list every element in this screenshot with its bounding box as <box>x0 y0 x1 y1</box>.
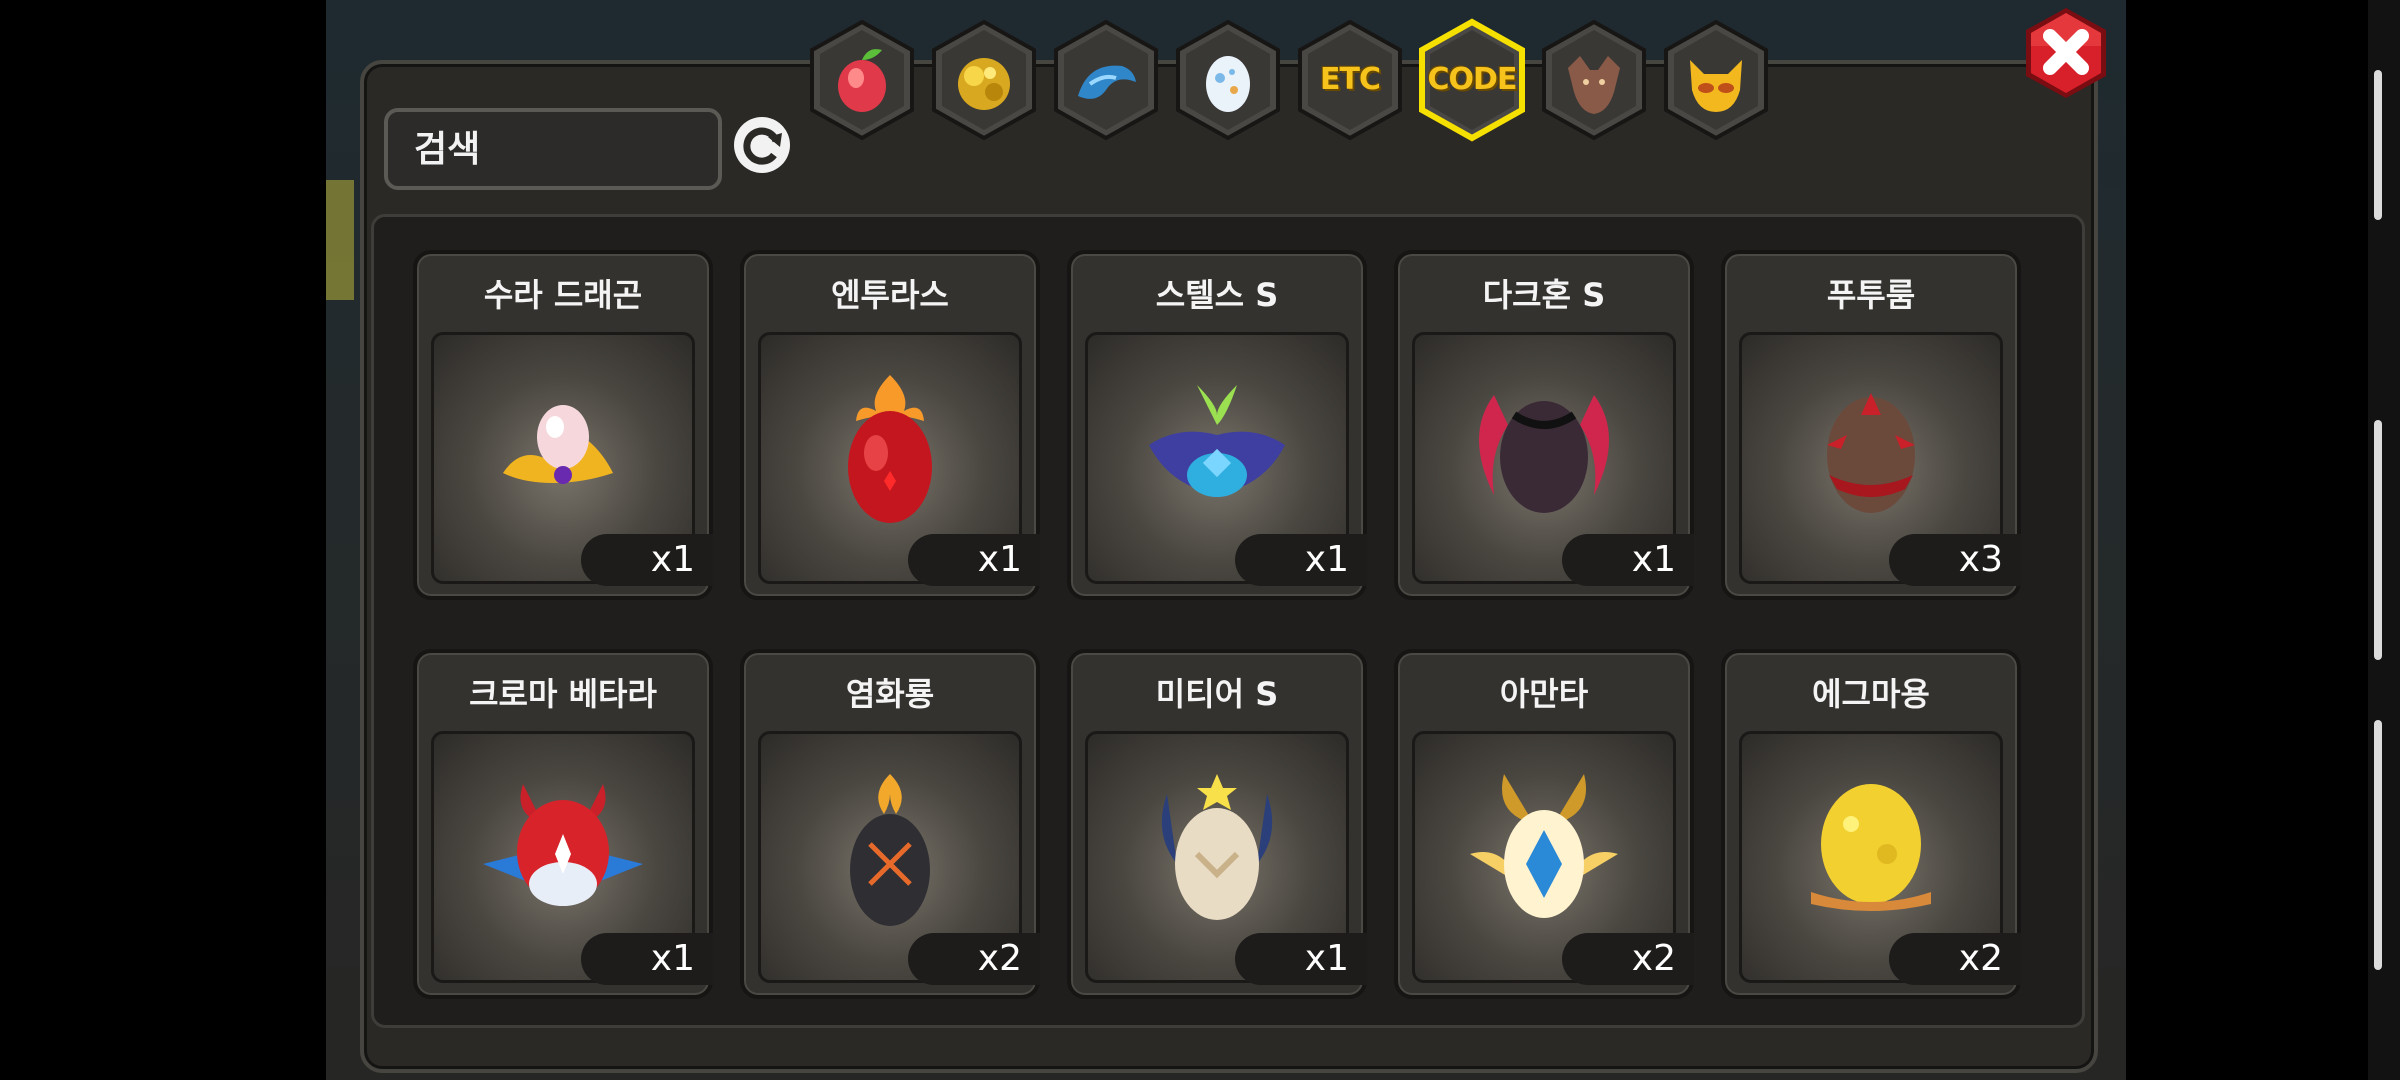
beast-icon <box>1542 19 1646 141</box>
item-count: x2 <box>1562 933 1694 985</box>
close-button[interactable] <box>2022 6 2110 100</box>
item-name: 에그마용 <box>1812 675 1930 713</box>
refresh-icon[interactable] <box>730 113 794 177</box>
tab-beast[interactable] <box>1538 18 1650 142</box>
tab-egg[interactable] <box>1172 18 1284 142</box>
eggmayong-egg-icon <box>1811 784 1931 911</box>
item-name: 스텔스 S <box>1155 276 1279 314</box>
item-card[interactable]: 푸투룸 x3 <box>1721 250 2021 600</box>
item-card[interactable]: 크로마 베타라 x1 <box>413 649 713 999</box>
item-count: x1 <box>1562 534 1694 586</box>
cat-mask-icon <box>1664 19 1768 141</box>
item-count: x1 <box>581 534 713 586</box>
tab-dragon[interactable] <box>1050 18 1162 142</box>
yeomhwa-dragon-egg-icon <box>850 774 930 926</box>
chroma-betara-egg-icon <box>483 784 643 906</box>
item-card[interactable]: 수라 드래곤 x1 <box>413 250 713 600</box>
item-count: x1 <box>1235 933 1367 985</box>
fruit-icon <box>810 19 914 141</box>
meteor-s-egg-icon <box>1161 774 1273 920</box>
item-card[interactable]: 에그마용 x2 <box>1721 649 2021 999</box>
tab-gold[interactable] <box>928 18 1040 142</box>
amanta-egg-icon <box>1470 774 1618 918</box>
item-card[interactable]: 스텔스 S x1 <box>1067 250 1367 600</box>
item-card[interactable]: 다크혼 S x1 <box>1394 250 1694 600</box>
item-count: x2 <box>1889 933 2021 985</box>
tab-mask[interactable] <box>1660 18 1772 142</box>
sura-dragon-egg-icon <box>503 405 613 484</box>
tab-label: ETC <box>1320 62 1381 97</box>
item-count: x3 <box>1889 534 2021 586</box>
item-name: 다크혼 S <box>1482 276 1606 314</box>
egg-icon <box>1176 19 1280 141</box>
scrollbar-thumb-top[interactable] <box>2374 70 2382 220</box>
item-card[interactable]: 아만타 x2 <box>1394 649 1694 999</box>
item-name: 미티어 S <box>1155 675 1279 713</box>
item-count: x2 <box>908 933 1040 985</box>
item-name: 크로마 베타라 <box>469 675 657 713</box>
item-name: 푸투룸 <box>1826 276 1916 314</box>
gold-ore-icon <box>932 19 1036 141</box>
search-field[interactable] <box>384 108 925 190</box>
tab-fruit[interactable] <box>806 18 918 142</box>
item-count: x1 <box>1235 534 1367 586</box>
item-count: x1 <box>581 933 713 985</box>
tab-etc[interactable]: ETC <box>1294 18 1406 142</box>
item-card[interactable]: 염화룡 x2 <box>740 649 1040 999</box>
scrollbar-thumb-bottom[interactable] <box>2374 720 2382 970</box>
item-card[interactable]: 미티어 S x1 <box>1067 649 1367 999</box>
futurum-egg-icon <box>1827 393 1915 513</box>
item-name: 염화룡 <box>845 675 935 713</box>
scrollbar-track[interactable] <box>2368 0 2400 1080</box>
item-card[interactable]: 엔투라스 x1 <box>740 250 1040 600</box>
enturas-egg-icon <box>848 375 932 523</box>
tab-label: CODE <box>1427 62 1518 97</box>
blue-dragon-icon <box>1054 19 1158 141</box>
scrollbar-thumb-middle[interactable] <box>2374 420 2382 660</box>
item-name: 수라 드래곤 <box>483 276 643 314</box>
item-count: x1 <box>908 534 1040 586</box>
stealth-s-egg-icon <box>1149 385 1285 497</box>
tab-code[interactable]: CODE <box>1416 18 1528 142</box>
darkhorn-s-egg-icon <box>1479 395 1609 513</box>
item-name: 엔투라스 <box>831 276 949 314</box>
item-name: 아만타 <box>1499 675 1589 713</box>
